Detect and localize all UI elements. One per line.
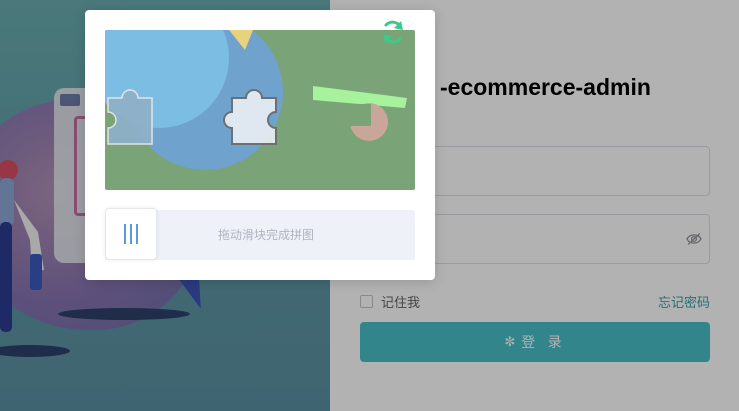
captcha-puzzle-image [105, 30, 415, 190]
refresh-icon[interactable] [379, 18, 407, 46]
captcha-dialog: 拖动滑块完成拼图 [85, 10, 435, 280]
bars-icon [124, 224, 138, 244]
captcha-slider-handle[interactable] [105, 208, 157, 260]
captcha-slider-track[interactable]: 拖动滑块完成拼图 [105, 208, 415, 260]
